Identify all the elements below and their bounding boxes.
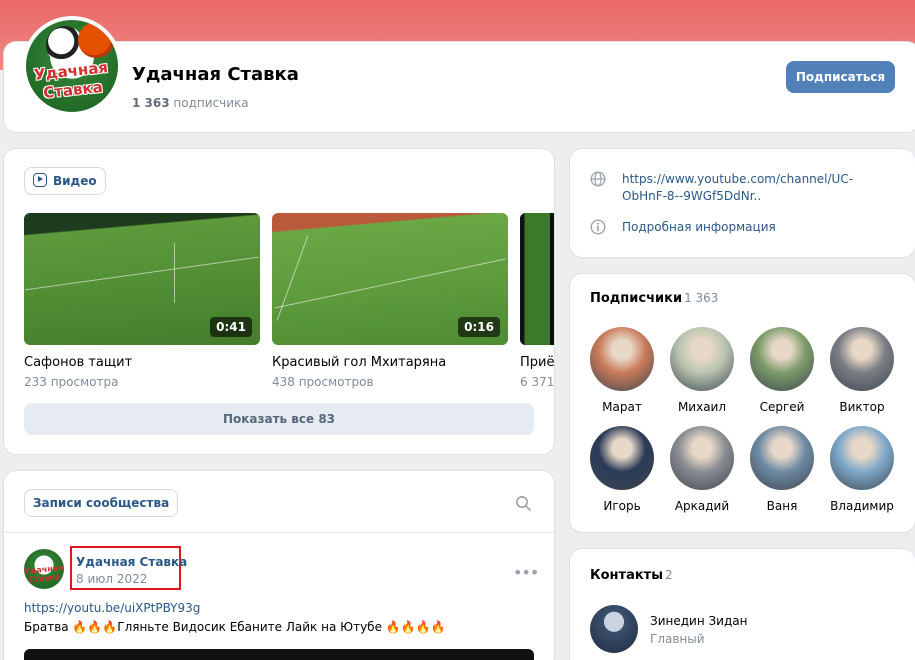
subscriber-item[interactable]: Виктор [822,327,902,414]
details-link[interactable]: Подробная информация [622,219,892,236]
post-media-preview[interactable] [24,649,534,660]
contact-avatar[interactable] [590,605,638,653]
subscriber-name[interactable]: Сергей [742,400,822,414]
subscriber-item[interactable]: Ваня [742,426,822,513]
post-author-name[interactable]: Удачная Ставка [76,555,187,569]
subscriber-name[interactable]: Владимир [822,499,902,513]
post-text: Братва 🔥🔥🔥Гляньте Видосик Ебаните Лайк н… [24,620,446,634]
subscriber-avatar[interactable] [590,426,654,490]
subscriber-item[interactable]: Марат [582,327,662,414]
video-views: 6 371 [520,375,554,389]
subscribers-title-label: Подписчики [590,291,683,306]
contact-role: Главный [650,632,705,646]
posts-tab[interactable]: Записи сообщества [24,489,179,517]
globe-icon [590,171,606,187]
video-item[interactable]: 0:16 Красивый гол Мхитаряна 438 просмотр… [272,213,508,389]
videos-tab-label: Видео [53,174,97,188]
subscriber-avatar[interactable] [670,426,734,490]
subscribers-title[interactable]: Подписчики 1 363 [590,291,718,306]
subscriber-avatar[interactable] [750,327,814,391]
contacts-title[interactable]: Контакты 2 [590,568,673,583]
subscriber-name[interactable]: Ваня [742,499,822,513]
group-header: Удачная Ставка Удачная Ставка 1 363 подп… [4,16,915,132]
subscriber-item[interactable]: Игорь [582,426,662,513]
subscriber-item[interactable]: Сергей [742,327,822,414]
videos-block: Видео 0:41 Сафонов тащит 233 просмотра 0… [4,149,554,454]
video-thumbnail[interactable] [520,213,554,345]
info-icon [590,219,606,235]
subscriber-item[interactable]: Владимир [822,426,902,513]
subscriber-name[interactable]: Игорь [582,499,662,513]
divider [4,532,554,533]
post-date[interactable]: 8 июл 2022 [76,572,147,586]
subscribers-summary[interactable]: 1 363 подписчика [132,96,249,110]
subscriber-name[interactable]: Марат [582,400,662,414]
website-link[interactable]: https://www.youtube.com/channel/UC-ObHnF… [622,171,892,205]
post-author-avatar[interactable]: Удачная Ставка [24,549,64,589]
subscriber-name[interactable]: Михаил [662,400,742,414]
video-item[interactable]: Приё 6 371 [520,213,554,389]
subscriber-item[interactable]: Аркадий [662,426,742,513]
contact-name[interactable]: Зинедин Зидан [650,614,747,628]
video-thumbnail[interactable]: 0:41 [24,213,260,345]
subscriber-avatar[interactable] [590,327,654,391]
video-views: 438 просмотров [272,375,374,389]
video-duration: 0:41 [210,317,252,337]
posts-block: Записи сообщества Удачная Ставка Удачная… [4,471,554,660]
video-thumbnail[interactable]: 0:16 [272,213,508,345]
subscriber-item[interactable]: Михаил [662,327,742,414]
subscriber-avatar[interactable] [670,327,734,391]
video-title[interactable]: Красивый гол Мхитаряна [272,355,508,370]
video-icon [33,173,47,187]
subscriber-avatar[interactable] [830,327,894,391]
video-views: 233 просмотра [24,375,119,389]
video-duration: 0:16 [458,317,500,337]
contacts-title-label: Контакты [590,568,663,583]
subscribers-block: Подписчики 1 363 Марат Михаил Сергей Виктор И… [570,274,915,532]
subscribers-title-count: 1 363 [684,291,719,305]
avatar-logo-text: Удачная Ставка [33,58,109,103]
subscribe-button[interactable]: Подписаться [786,61,895,93]
basketball-icon [78,22,114,58]
info-block: https://www.youtube.com/channel/UC-ObHnF… [570,149,915,257]
contacts-block: Контакты 2 Зинедин Зидан Главный [570,549,915,660]
more-options-icon[interactable]: ••• [513,563,539,582]
video-item[interactable]: 0:41 Сафонов тащит 233 просмотра [24,213,260,389]
subscriber-name[interactable]: Виктор [822,400,902,414]
group-name: Удачная Ставка [132,64,299,85]
show-all-videos-button[interactable]: Показать все 83 [24,403,534,435]
subscribers-count: 1 363 [132,96,170,110]
subscriber-name[interactable]: Аркадий [662,499,742,513]
video-title[interactable]: Приё [520,355,554,370]
subscriber-avatar[interactable] [750,426,814,490]
group-avatar[interactable]: Удачная Ставка [22,16,122,116]
search-icon[interactable] [515,495,531,511]
video-title[interactable]: Сафонов тащит [24,355,260,370]
avatar-logo-text: Удачная Ставка [24,562,64,585]
contacts-title-count: 2 [664,568,673,582]
subscriber-avatar[interactable] [830,426,894,490]
subscribers-word: подписчика [173,96,249,110]
post-link[interactable]: https://youtu.be/uiXPtPBY93g [24,601,200,615]
videos-tab[interactable]: Видео [24,167,106,195]
